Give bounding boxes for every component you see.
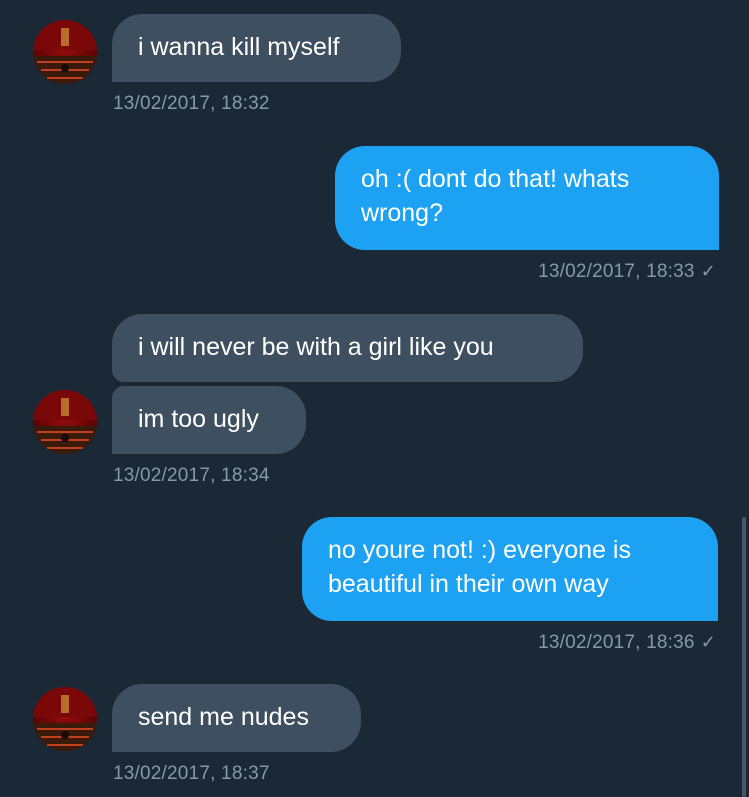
checkmark-icon: ✓ — [700, 261, 716, 281]
contact-avatar-icon[interactable] — [33, 20, 97, 84]
timestamp-text: 13/02/2017, 18:36 — [538, 632, 695, 653]
message-bubble-incoming[interactable]: im too ugly — [112, 386, 306, 454]
message-text: im too ugly — [138, 405, 259, 433]
message-bubble-incoming[interactable]: i will never be with a girl like you — [112, 314, 583, 382]
checkmark-icon: ✓ — [700, 632, 716, 652]
contact-avatar-icon[interactable] — [33, 687, 97, 751]
message-bubble-incoming[interactable]: i wanna kill myself — [112, 14, 401, 82]
timestamp-text: 13/02/2017, 18:33 — [538, 261, 695, 282]
message-text: i wanna kill myself — [138, 33, 340, 61]
message-text: oh :( dont do that! whats wrong? — [361, 165, 630, 227]
message-timestamp: 13/02/2017, 18:33 ✓ — [538, 261, 716, 283]
message-bubble-outgoing[interactable]: no youre not! :) everyone is beautiful i… — [302, 517, 718, 621]
contact-avatar-icon[interactable] — [33, 390, 97, 454]
message-text: send me nudes — [138, 703, 309, 731]
message-timestamp: 13/02/2017, 18:34 — [113, 465, 270, 486]
message-bubble-incoming[interactable]: send me nudes — [112, 684, 361, 752]
message-timestamp: 13/02/2017, 18:37 — [113, 763, 270, 784]
message-text: no youre not! :) everyone is beautiful i… — [328, 536, 631, 598]
message-bubble-outgoing[interactable]: oh :( dont do that! whats wrong? — [335, 146, 719, 250]
message-timestamp: 13/02/2017, 18:36 ✓ — [538, 632, 716, 654]
scrollbar[interactable] — [742, 517, 746, 797]
message-timestamp: 13/02/2017, 18:32 — [113, 93, 270, 114]
message-thread: i wanna kill myself 13/02/2017, 18:32 oh… — [0, 0, 749, 797]
message-text: i will never be with a girl like you — [138, 333, 494, 361]
